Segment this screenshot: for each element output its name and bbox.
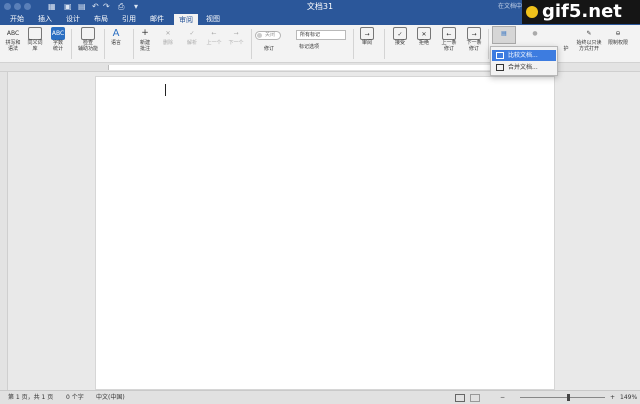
compare-icon: ▤ [501,30,507,37]
review-pane-button[interactable]: → 审阅 [358,27,376,46]
accept-button[interactable]: ✓ 接受 [390,27,410,46]
thesaurus-button[interactable]: 同义词 库 [25,27,45,52]
divider [251,29,252,59]
tab-mailings[interactable]: 邮件 [146,13,168,25]
accept-icon: ✓ [393,27,407,40]
previous-change-button[interactable]: ← 上一条 修订 [437,27,461,52]
restrict-icon: ⊖ [615,30,621,37]
book-icon [28,27,42,40]
spelling-button[interactable]: ABC 拼写和 语法 [3,27,23,52]
combine-documents-item[interactable]: 合并文档... [492,62,556,73]
divider [133,29,134,59]
document-page[interactable] [95,76,555,390]
resolve-button[interactable]: ✓ 解析 [182,27,202,46]
compare-button[interactable]: ▤ [492,26,516,44]
comment-icon: + [141,28,149,38]
divider [488,29,489,59]
delete-icon: ✕ [165,30,171,37]
pen-icon: ✎ [586,30,592,37]
previous-icon: ← [211,30,217,37]
zoom-level[interactable]: 149% [620,394,637,402]
smiley-icon [526,6,538,18]
compare-documents-item[interactable]: 比较文档... [492,50,556,61]
previous-change-icon: ← [442,27,456,40]
review-pane-icon: → [360,27,374,40]
spelling-icon: ABC [6,30,20,37]
language-status[interactable]: 中文(中国) [96,394,125,402]
word-count-button[interactable]: ABC 字数 统计 [48,27,68,52]
divider [104,29,105,59]
zoom-slider[interactable] [520,397,605,398]
combine-documents-icon [496,64,504,71]
page-count[interactable]: 第 1 页，共 1 页 [8,394,53,402]
new-comment-button[interactable]: + 新建 批注 [136,27,154,52]
delete-comment-button[interactable]: ✕ 删除 [158,27,178,46]
ruler-text-area [108,65,538,70]
accessibility-button[interactable]: 检查 辅助功能 [74,27,102,52]
tab-home[interactable]: 开始 [6,13,28,25]
track-changes-label: 修订 [263,46,274,52]
text-cursor [165,84,166,96]
markup-options-button[interactable]: 标记选项 [296,43,346,53]
markup-select[interactable]: 所有标记 [296,30,346,40]
tab-view[interactable]: 视图 [202,13,224,25]
resolve-icon: ✓ [189,30,195,37]
block-authors-button[interactable]: ● [524,27,546,40]
compare-menu: 比较文档... 合并文档... [490,46,558,76]
web-layout-icon[interactable] [470,394,480,402]
print-layout-icon[interactable] [455,394,465,402]
language-icon: A [112,28,120,39]
next-icon: → [233,30,239,37]
always-read-only-button[interactable]: ✎ 始终以只读 方式打开 [574,27,604,52]
tab-design[interactable]: 设计 [62,13,84,25]
reject-icon: ✕ [417,27,431,40]
zoom-out-icon[interactable]: − [500,394,505,402]
next-change-icon: → [467,27,481,40]
track-changes-toggle[interactable]: 关闭 [255,31,281,40]
next-change-button[interactable]: → 下一条 修订 [462,27,486,52]
tab-insert[interactable]: 插入 [34,13,56,25]
previous-comment-button[interactable]: ← 上一个 [204,27,224,46]
compare-documents-icon [496,52,504,59]
tab-references[interactable]: 引用 [118,13,140,25]
zoom-slider-knob[interactable] [567,394,570,401]
protect-button[interactable]: 护 [560,46,572,52]
tab-review[interactable]: 审阅 [174,14,198,25]
divider [71,29,72,59]
word-count[interactable]: 0 个字 [66,394,84,402]
divider [384,29,385,59]
tab-layout[interactable]: 布局 [90,13,112,25]
block-authors-icon: ● [532,30,538,37]
next-comment-button[interactable]: → 下一个 [226,27,246,46]
word-count-icon: ABC [51,27,65,40]
accessibility-icon [81,27,95,40]
zoom-in-icon[interactable]: + [610,394,615,402]
reject-button[interactable]: ✕ 拒绝 [414,27,434,46]
language-button[interactable]: A 语言 [107,27,125,46]
status-bar: 第 1 页，共 1 页 0 个字 中文(中国) − + 149% [0,390,640,404]
watermark-logo: gif5.net [522,0,640,24]
vertical-ruler[interactable] [0,72,8,390]
divider [353,29,354,59]
restrict-permission-button[interactable]: ⊖ 限制权限 [605,27,631,46]
